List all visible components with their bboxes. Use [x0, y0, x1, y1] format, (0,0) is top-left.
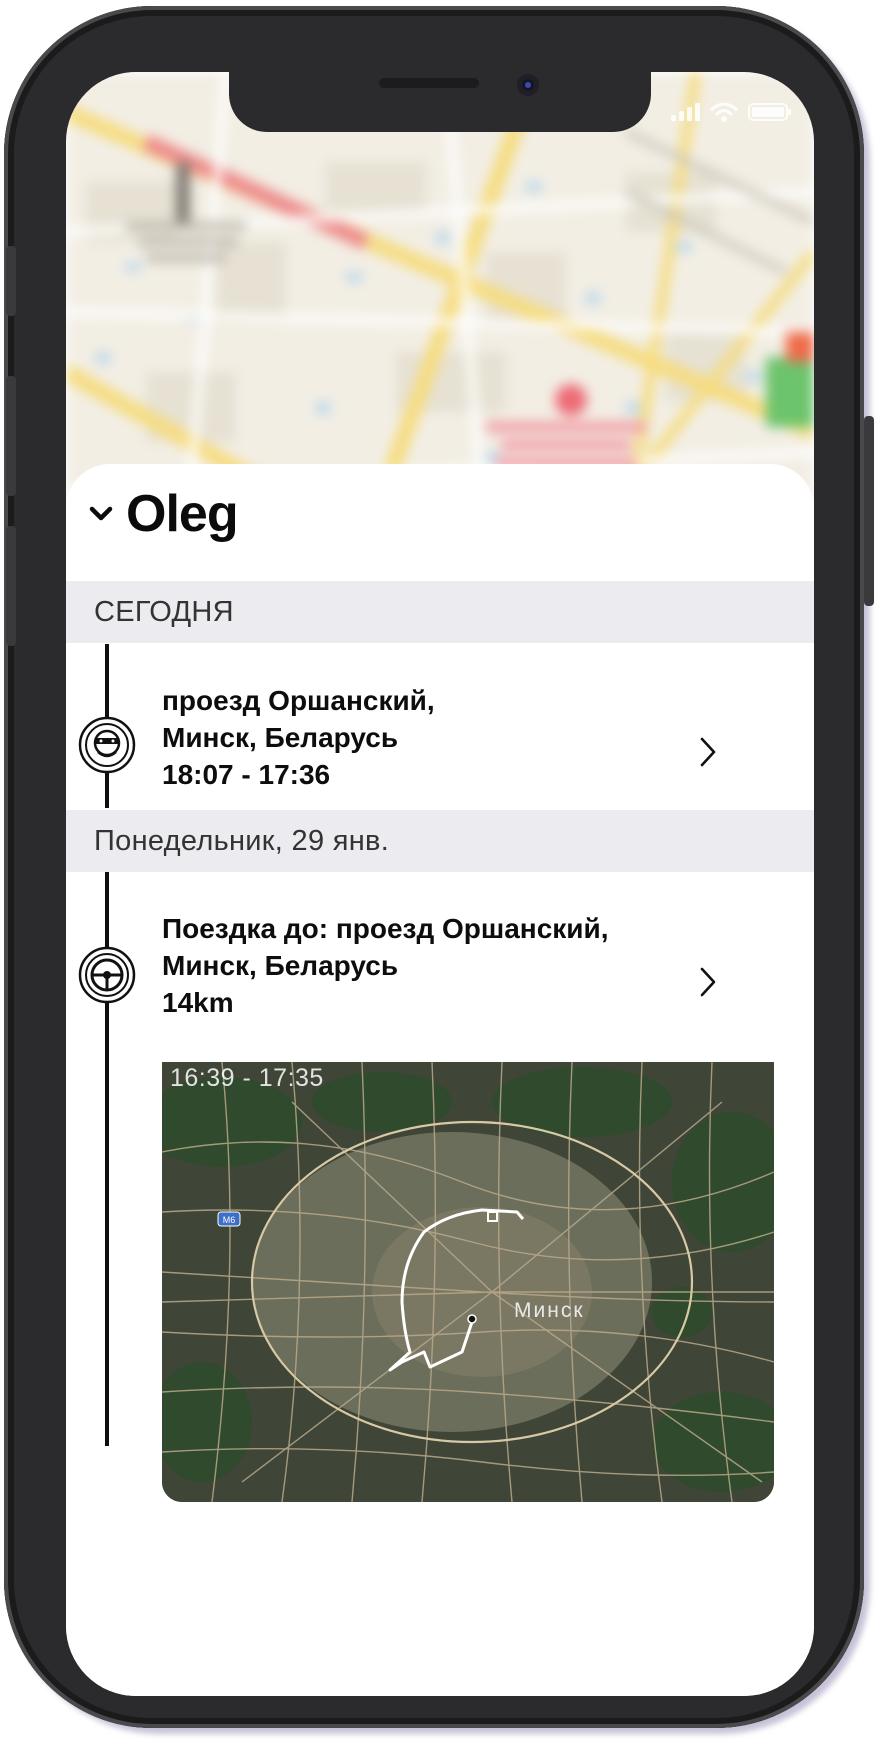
cellular-signal-icon [671, 103, 700, 121]
trip-destination: Поездка до: проезд Оршанский, [162, 913, 609, 944]
road-badge: M6 [223, 1215, 236, 1225]
map-city-label: Минск [514, 1299, 585, 1322]
power-button [864, 416, 874, 606]
section-header-monday: Понедельник, 29 янв. [66, 810, 814, 872]
chevron-right-icon[interactable] [696, 964, 720, 1000]
volume-down-button [6, 526, 16, 646]
event-time-range: 18:07 - 17:36 [162, 759, 331, 790]
screen: Oleg СЕГОДНЯ проезд Оршанский, Минск, Бе… [66, 72, 814, 1696]
event-city: Минск, Беларусь [162, 722, 399, 753]
event-street: проезд Оршанский, [162, 685, 435, 716]
chevron-down-icon[interactable] [88, 501, 114, 527]
trip-route-map[interactable]: M6 16:39 - 17:35 Минск [162, 1062, 774, 1502]
status-bar [671, 100, 791, 124]
stopped-car-icon [78, 716, 136, 774]
wifi-icon [710, 102, 738, 122]
battery-icon [748, 103, 791, 121]
speaker-grille [379, 78, 479, 88]
contact-name: Oleg [126, 485, 239, 543]
event-details[interactable]: проезд Оршанский, Минск, Беларусь 18:07 … [162, 682, 435, 793]
chevron-right-icon[interactable] [696, 734, 720, 770]
notch [229, 72, 651, 132]
trip-city: Минск, Беларусь [162, 950, 399, 981]
satellite-map-image: M6 [162, 1062, 774, 1502]
history-sheet: Oleg СЕГОДНЯ проезд Оршанский, Минск, Бе… [66, 464, 814, 1696]
volume-up-button [6, 376, 16, 496]
mute-switch [6, 246, 16, 316]
steering-wheel-icon [78, 946, 136, 1004]
sheet-header[interactable]: Oleg [88, 485, 239, 543]
trip-details[interactable]: Поездка до: проезд Оршанский, Минск, Бел… [162, 910, 609, 1021]
trip-time-range: 16:39 - 17:35 [170, 1064, 324, 1092]
trip-distance: 14km [162, 987, 234, 1018]
front-camera [517, 74, 539, 96]
phone-frame: Oleg СЕГОДНЯ проезд Оршанский, Минск, Бе… [4, 6, 874, 1728]
section-header-today: СЕГОДНЯ [66, 581, 814, 643]
